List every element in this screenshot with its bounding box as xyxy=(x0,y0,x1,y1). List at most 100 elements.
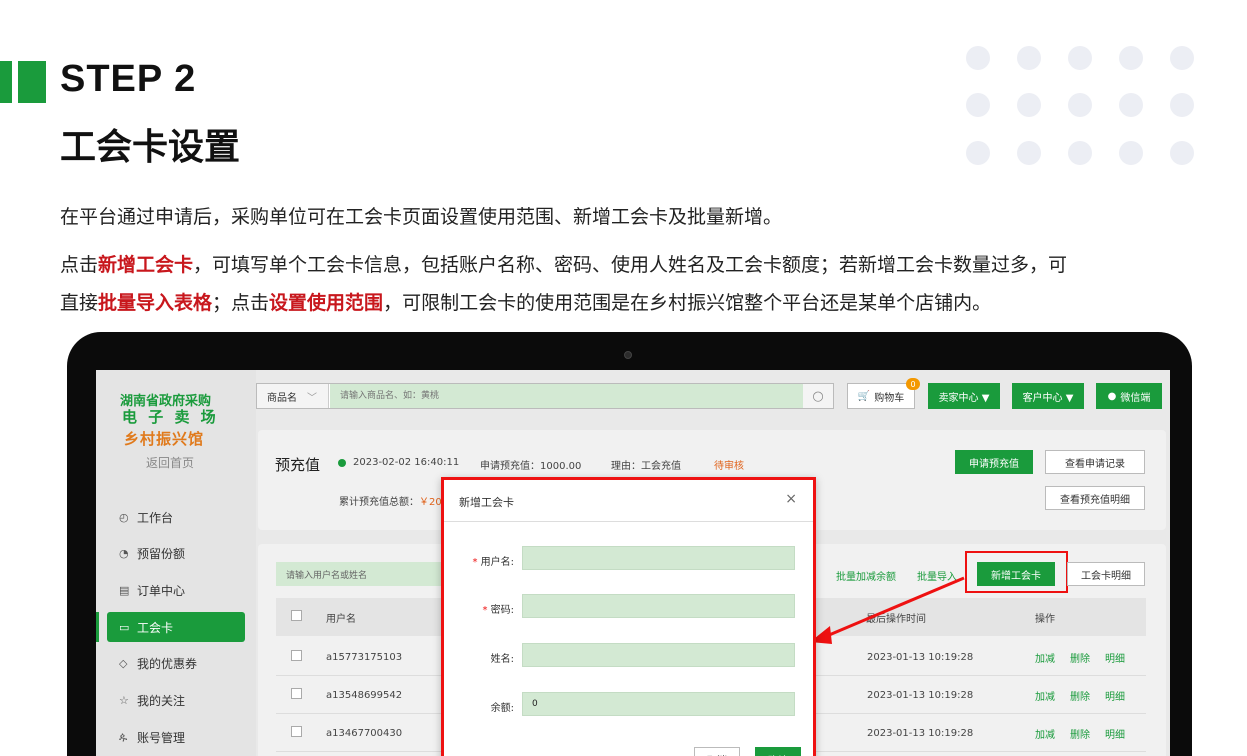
highlight-box xyxy=(965,551,1068,593)
cart-button[interactable]: 🛒 购物车 xyxy=(847,383,915,409)
action-delete-link[interactable]: 删除 xyxy=(1070,714,1090,752)
confirm-button[interactable]: 确认 xyxy=(755,747,801,756)
instruction-line-2: 直接批量导入表格；点击设置使用范围，可限制工会卡的使用范围是在乡村振兴馆整个平台… xyxy=(60,288,991,315)
sidebar-item-label: 订单中心 xyxy=(137,583,186,598)
total-value: ￥20 xyxy=(419,497,442,508)
chevron-down-icon: ﹀ xyxy=(307,392,317,404)
text-segment: 点击 xyxy=(60,254,99,276)
sidebar-item-label: 我的优惠券 xyxy=(137,656,198,671)
sidebar-item-union-card[interactable]: ▭ 工会卡 xyxy=(107,612,245,642)
wechat-icon: ● xyxy=(1107,390,1117,402)
row-checkbox[interactable] xyxy=(291,688,302,699)
dialog-title: 新增工会卡 xyxy=(459,496,514,509)
status-badge: 待审核 xyxy=(714,461,744,472)
highlight-usage-scope: 设置使用范围 xyxy=(269,292,384,314)
pie-icon: ◔ xyxy=(119,546,129,560)
row-username: a13467700430 xyxy=(326,727,403,739)
document-icon: ▤ xyxy=(119,583,130,597)
instruction-line-1: 点击新增工会卡，可填写单个工会卡信息，包括账户名称、密码、使用人姓名及工会卡额度… xyxy=(60,250,1067,277)
intro-paragraph: 在平台通过申请后，采购单位可在工会卡页面设置使用范围、新增工会卡及批量新增。 xyxy=(60,206,783,228)
text-segment: ，可限制工会卡的使用范围是在乡村振兴馆整个平台还是某单个店铺内。 xyxy=(383,292,992,314)
search-icon[interactable]: ○ xyxy=(803,384,833,408)
search-bar: 商品名 ﹀ ○ xyxy=(256,383,834,409)
row-checkbox[interactable] xyxy=(291,726,302,737)
precharge-title: 预充值 xyxy=(275,456,321,474)
total-label: 累计预充值总额： xyxy=(339,497,419,508)
row-username: a15773175103 xyxy=(326,651,403,663)
action-detail-link[interactable]: 明细 xyxy=(1105,676,1125,714)
name-input[interactable] xyxy=(522,643,795,667)
wechat-button[interactable]: ● 微信端 xyxy=(1096,383,1162,409)
union-card-detail-button[interactable]: 工会卡明细 xyxy=(1067,562,1145,586)
sidebar-item-label: 我的关注 xyxy=(137,693,186,708)
sidebar-item-account[interactable]: ዹ 账号管理 xyxy=(107,722,245,752)
sidebar-item-favorites[interactable]: ☆ 我的关注 xyxy=(107,685,245,715)
accent-bar-small xyxy=(0,61,12,103)
username-label: * 用户名: xyxy=(472,557,514,568)
action-delete-link[interactable]: 删除 xyxy=(1070,676,1090,714)
balance-label: 余额: xyxy=(490,703,514,714)
password-input[interactable] xyxy=(522,594,795,618)
view-precharge-detail-button[interactable]: 查看预充值明细 xyxy=(1045,486,1145,510)
action-adjust-link[interactable]: 加减 xyxy=(1035,638,1055,676)
cancel-button[interactable]: 取消 xyxy=(694,747,740,756)
search-input[interactable] xyxy=(330,384,804,408)
seller-center-button[interactable]: 卖家中心 ▼ xyxy=(928,383,1000,409)
cart-icon: 🛒 xyxy=(857,390,871,402)
accent-bar-large xyxy=(18,61,46,103)
highlight-add-card: 新增工会卡 xyxy=(98,254,194,276)
column-actions: 操作 xyxy=(1035,613,1055,625)
sidebar-item-coupons[interactable]: ◇ 我的优惠券 xyxy=(107,648,245,678)
brand-line-3: 乡村振兴馆 xyxy=(124,430,205,448)
precharge-amount: 申请预充值：1000.00 xyxy=(480,461,582,472)
cart-badge: 0 xyxy=(906,378,920,390)
brand-line-2: 电 子 卖 场 xyxy=(122,408,219,426)
username-label-text: 用户名: xyxy=(480,557,514,568)
pointer-arrow-icon xyxy=(810,576,965,644)
clock-icon: ◴ xyxy=(119,510,129,524)
back-home-link[interactable]: 返回首页 xyxy=(146,454,194,471)
step-heading: STEP 2 xyxy=(60,58,197,100)
customer-center-button[interactable]: 客户中心 ▼ xyxy=(1012,383,1084,409)
camera-icon xyxy=(624,351,632,359)
action-adjust-link[interactable]: 加减 xyxy=(1035,714,1055,752)
action-detail-link[interactable]: 明细 xyxy=(1105,638,1125,676)
row-time: 2023-01-13 10:19:28 xyxy=(867,689,974,701)
close-icon[interactable]: × xyxy=(785,491,797,507)
star-icon: ☆ xyxy=(119,693,129,707)
action-delete-link[interactable]: 删除 xyxy=(1070,638,1090,676)
card-search-input[interactable]: 请输入用户名或姓名 xyxy=(276,562,446,586)
sidebar-item-reserved-share[interactable]: ◔ 预留份额 xyxy=(107,538,245,568)
apply-precharge-button[interactable]: 申请预充值 xyxy=(955,450,1033,474)
users-icon: ዹ xyxy=(119,730,128,743)
username-input[interactable] xyxy=(522,546,795,570)
precharge-total: 累计预充值总额：￥20 xyxy=(339,493,442,508)
search-category-select[interactable]: 商品名 ﹀ xyxy=(257,384,329,408)
sidebar-item-orders[interactable]: ▤ 订单中心 xyxy=(107,575,245,605)
precharge-date: 2023-02-02 16:40:11 xyxy=(353,457,460,468)
balance-input[interactable]: 0 xyxy=(522,692,795,716)
cart-label: 购物车 xyxy=(874,392,905,404)
name-label: 姓名: xyxy=(490,654,514,665)
sidebar-item-label: 账号管理 xyxy=(137,730,186,745)
active-indicator xyxy=(96,612,99,642)
action-detail-link[interactable]: 明细 xyxy=(1105,714,1125,752)
action-adjust-link[interactable]: 加减 xyxy=(1035,676,1055,714)
text-segment: ，可填写单个工会卡信息，包括账户名称、密码、使用人姓名及工会卡额度；若新增工会卡… xyxy=(193,254,1068,276)
select-all-checkbox[interactable] xyxy=(291,610,302,621)
sidebar-item-label: 工会卡 xyxy=(137,620,174,635)
row-time: 2023-01-13 10:19:28 xyxy=(867,727,974,739)
highlight-batch-import: 批量导入表格 xyxy=(98,292,213,314)
view-records-button[interactable]: 查看申请记录 xyxy=(1045,450,1145,474)
tag-icon: ◇ xyxy=(119,656,128,670)
sidebar-item-label: 预留份额 xyxy=(137,546,186,561)
search-category-label: 商品名 xyxy=(267,392,297,404)
column-username: 用户名 xyxy=(326,613,356,625)
row-checkbox[interactable] xyxy=(291,650,302,661)
sidebar-item-workbench[interactable]: ◴ 工作台 xyxy=(107,502,245,532)
card-icon: ▭ xyxy=(119,620,130,634)
add-union-card-dialog: 新增工会卡 × * 用户名: * 密码: 姓名: 余额: 0 取消 确认 xyxy=(441,477,816,756)
slide-page: STEP 2 工会卡设置 在平台通过申请后，采购单位可在工会卡页面设置使用范围、… xyxy=(0,0,1247,756)
precharge-reason: 理由：工会充值 xyxy=(611,461,681,472)
row-username: a13548699542 xyxy=(326,689,403,701)
